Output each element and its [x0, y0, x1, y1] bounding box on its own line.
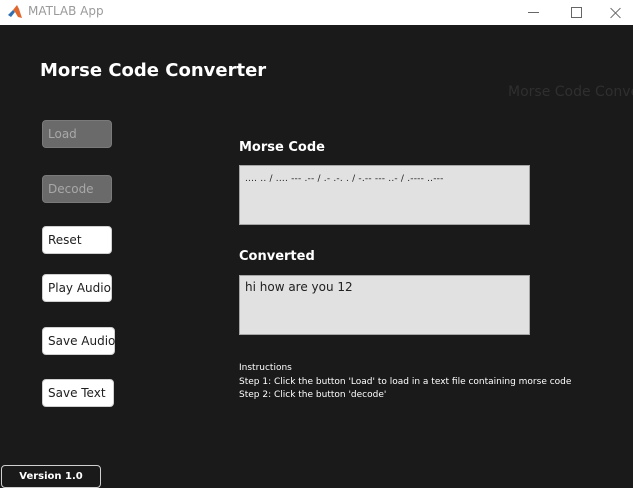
instructions-step-1: Step 1: Click the button 'Load' to load …	[239, 376, 572, 387]
instructions-panel: Instructions Step 1: Click the button 'L…	[239, 362, 571, 403]
window-title: MATLAB App	[28, 4, 104, 18]
play-audio-button[interactable]: Play Audio	[42, 274, 112, 302]
load-button[interactable]: Load	[42, 120, 112, 148]
instructions-step-2: Step 2: Click the button 'decode'	[239, 390, 387, 400]
save-audio-button[interactable]: Save Audio	[42, 327, 115, 355]
morse-code-textarea[interactable]: .... .. / .... --- .-- / .- .-. . / -.--…	[239, 165, 530, 225]
matlab-logo-icon	[7, 4, 23, 20]
minimize-icon	[527, 12, 539, 13]
morse-code-value: .... .. / .... --- .-- / .- .-. . / -.--…	[245, 174, 444, 184]
converted-label: Converted	[239, 249, 315, 264]
instructions-title: Instructions	[239, 363, 292, 373]
decode-button[interactable]: Decode	[42, 175, 112, 203]
reset-button[interactable]: Reset	[42, 226, 112, 254]
window-titlebar: MATLAB App	[0, 0, 633, 25]
morse-code-label: Morse Code	[239, 140, 325, 155]
minimize-button[interactable]	[510, 0, 556, 25]
converted-textarea[interactable]: hi how are you 12	[239, 275, 530, 335]
version-button[interactable]: Version 1.0	[1, 465, 101, 488]
maximize-icon	[570, 7, 582, 18]
page-title: Morse Code Converter	[40, 60, 267, 81]
save-text-button[interactable]: Save Text	[42, 379, 114, 407]
converted-value: hi how are you 12	[245, 280, 353, 294]
close-icon	[610, 7, 622, 19]
close-button[interactable]	[593, 0, 633, 25]
faded-title-text: Morse Code Convert	[508, 84, 633, 100]
